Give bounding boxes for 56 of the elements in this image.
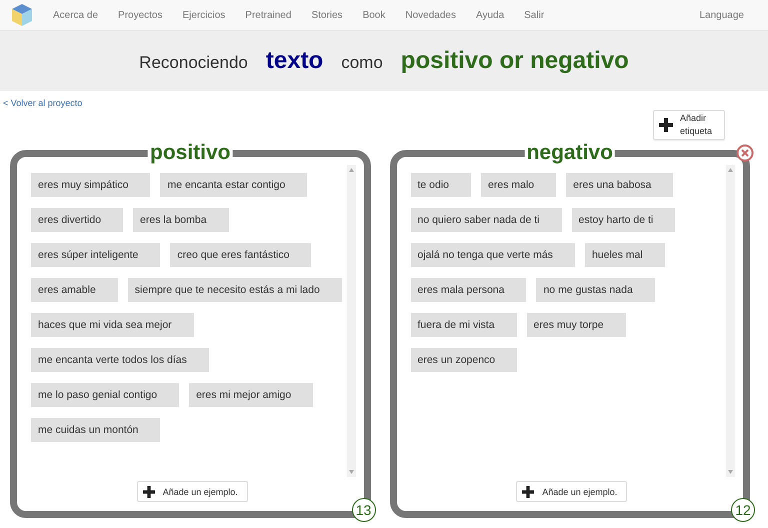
example-chip[interactable]: me encanta estar contigo <box>160 173 308 197</box>
nav-link[interactable]: Novedades <box>405 10 456 20</box>
heading-text: texto <box>266 47 324 75</box>
nav-link[interactable]: Salir <box>524 10 544 20</box>
example-chip[interactable]: eres mi mejor amigo <box>189 383 314 407</box>
nav-link[interactable]: Pretrained <box>245 10 292 20</box>
add-example-button[interactable]: Añade un ejemplo. <box>516 481 628 502</box>
example-chip[interactable]: eres súper inteligente <box>31 243 160 267</box>
example-chip[interactable]: eres la bomba <box>133 208 229 232</box>
heading-text: positivo or negativo <box>400 47 629 75</box>
delete-icon[interactable] <box>736 144 754 162</box>
example-chip[interactable]: no quiero saber nada de ti <box>410 208 562 232</box>
example-chip[interactable]: no me gustas nada <box>536 278 655 302</box>
scroll-down-icon[interactable] <box>348 470 354 474</box>
nav-link[interactable]: Stories <box>311 10 343 20</box>
example-chip[interactable]: eres malo <box>481 173 556 197</box>
plus-icon <box>522 486 534 498</box>
nav-link[interactable]: Book <box>362 10 386 20</box>
heading-text: como <box>341 52 383 73</box>
example-chip[interactable]: eres divertido <box>31 208 124 232</box>
example-chip[interactable]: eres mala persona <box>410 278 526 302</box>
scroll-up-icon[interactable] <box>728 168 733 172</box>
nav-link[interactable]: Acerca de <box>53 10 98 20</box>
nav-link[interactable]: Ayuda <box>476 10 504 20</box>
scroll-down-icon[interactable] <box>728 470 733 474</box>
scrollbar[interactable] <box>726 165 735 477</box>
example-count-badge: 12 <box>731 498 755 522</box>
example-chip[interactable]: me cuidas un montón <box>31 418 160 442</box>
example-chip[interactable]: te odio <box>410 173 472 197</box>
nav-link[interactable]: Proyectos <box>118 10 162 20</box>
example-chip[interactable]: estoy harto de ti <box>572 208 676 232</box>
plus-icon <box>658 118 673 132</box>
example-chip[interactable]: eres una babosa <box>566 173 674 197</box>
example-chip[interactable]: fuera de mi vista <box>410 313 517 337</box>
example-count-badge: 13 <box>352 498 376 522</box>
example-chip[interactable]: creo que eres fantástico <box>170 243 312 267</box>
example-chip[interactable]: haces que mi vida sea mejor <box>31 313 194 337</box>
example-chip[interactable]: eres amable <box>31 278 118 302</box>
add-example-button[interactable]: Añade un ejemplo. <box>136 481 248 502</box>
language-menu[interactable]: Language <box>700 10 744 20</box>
example-chip[interactable]: me encanta verte todos los días <box>31 348 209 372</box>
example-chip[interactable]: ojalá no tenga que verte más <box>410 243 575 267</box>
add-label-button[interactable]: Añadir etiqueta <box>652 110 725 140</box>
example-chip[interactable]: eres muy simpático <box>31 173 150 197</box>
cube-logo-icon[interactable] <box>11 3 33 27</box>
example-chip[interactable]: eres un zopenco <box>410 348 518 372</box>
example-chip[interactable]: siempre que te necesito estás a mi lado <box>128 278 342 302</box>
nav-link[interactable]: Ejercicios <box>182 10 226 20</box>
scroll-up-icon[interactable] <box>348 168 354 172</box>
back-link[interactable]: < Volver al proyecto <box>3 98 82 108</box>
example-chip[interactable]: hueles mal <box>584 243 665 267</box>
scrollbar[interactable] <box>346 165 356 477</box>
example-chip[interactable]: eres muy torpe <box>526 313 626 337</box>
heading-text: Reconociendo <box>139 52 248 73</box>
plus-icon <box>142 486 155 498</box>
example-chip[interactable]: me lo paso genial contigo <box>31 383 180 407</box>
